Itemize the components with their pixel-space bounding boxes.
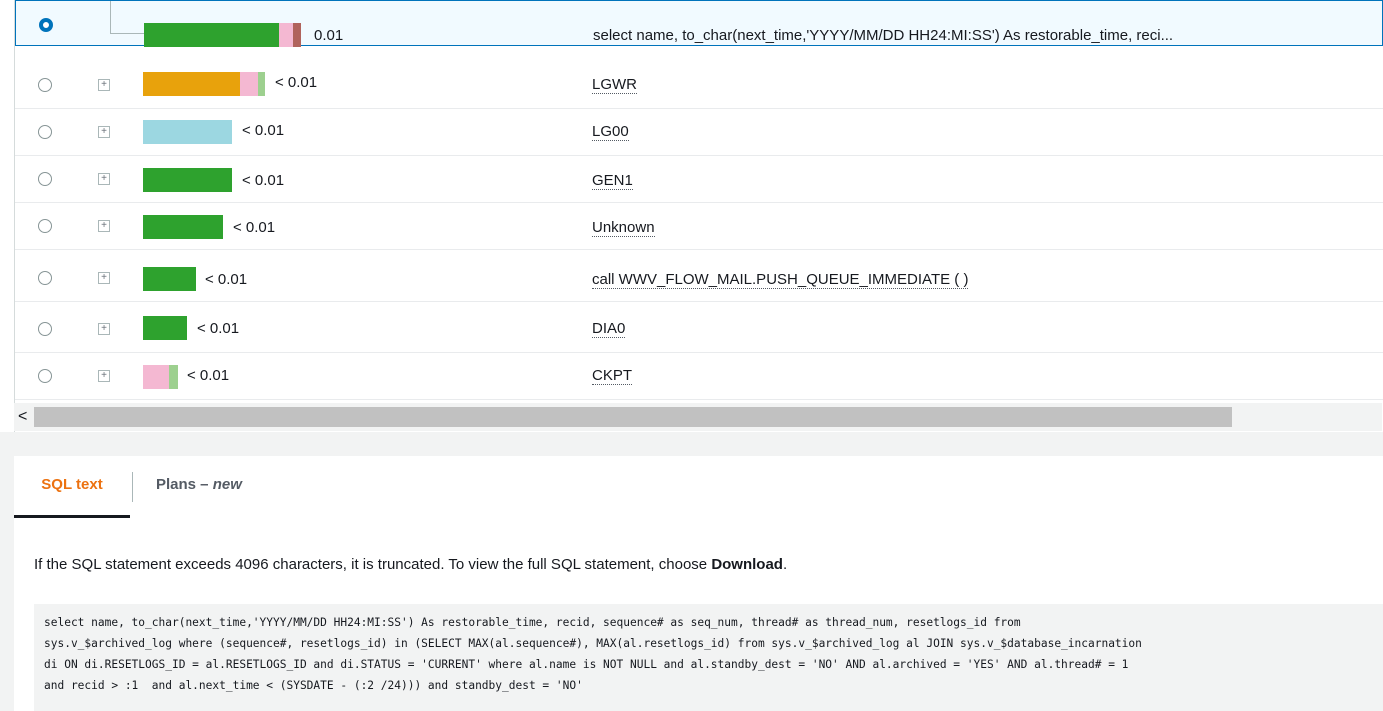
bar-segment [258, 72, 265, 96]
expand-icon[interactable]: + [98, 173, 110, 185]
sql-name[interactable]: CKPT [592, 367, 633, 385]
row-radio[interactable] [39, 18, 53, 32]
bar-segment [143, 72, 240, 96]
tab-bar: SQL text Plans – new [14, 456, 1383, 519]
bar-segment [143, 365, 169, 389]
sql-name[interactable]: LG00 [592, 123, 629, 141]
row-radio[interactable] [38, 219, 52, 233]
tab-divider [132, 472, 133, 502]
table-row[interactable]: + < 0.01 GEN1 [15, 156, 1383, 203]
row-radio[interactable] [38, 172, 52, 186]
expand-icon[interactable]: + [98, 272, 110, 284]
sql-name[interactable]: select name, to_char(next_time,'YYYY/MM/… [593, 27, 1173, 44]
bar-segment [143, 120, 232, 144]
truncation-notice: If the SQL statement exceeds 4096 charac… [34, 556, 787, 573]
sql-name[interactable]: LGWR [592, 76, 637, 94]
table-row[interactable]: + < 0.01 CKPT [15, 353, 1383, 400]
row-radio[interactable] [38, 271, 52, 285]
table-row[interactable]: + < 0.01 LGWR [15, 62, 1383, 109]
load-bar [144, 23, 301, 47]
bar-segment [143, 267, 196, 291]
notice-text: If the SQL statement exceeds 4096 charac… [34, 556, 712, 573]
bar-segment [293, 23, 301, 47]
scroll-left-icon[interactable]: < [18, 407, 27, 427]
tab-plans[interactable]: Plans – new [156, 456, 242, 518]
load-bar [143, 168, 232, 192]
sql-name[interactable]: DIA0 [592, 320, 626, 338]
tab-sql-text[interactable]: SQL text [14, 456, 130, 518]
load-bar [143, 267, 196, 291]
expand-icon[interactable]: + [98, 126, 110, 138]
load-value: < 0.01 [275, 74, 318, 91]
row-radio[interactable] [38, 125, 52, 139]
tree-connector [110, 1, 145, 34]
row-radio[interactable] [38, 78, 52, 92]
new-badge: new [212, 476, 242, 493]
expand-icon[interactable]: + [98, 220, 110, 232]
horizontal-scrollbar[interactable]: < [14, 403, 1382, 431]
download-link-text: Download [711, 556, 783, 573]
load-value: 0.01 [314, 27, 344, 44]
table-row[interactable]: + < 0.01 Unknown [15, 203, 1383, 250]
tab-label: SQL text [41, 476, 103, 493]
row-radio[interactable] [38, 369, 52, 383]
expand-icon[interactable]: + [98, 370, 110, 382]
load-value: < 0.01 [242, 172, 285, 189]
load-value: < 0.01 [233, 219, 276, 236]
sql-code-block: select name, to_char(next_time,'YYYY/MM/… [34, 604, 1383, 711]
sql-name[interactable]: Unknown [592, 219, 655, 237]
load-value: < 0.01 [205, 271, 248, 288]
bar-segment [143, 215, 223, 239]
sql-name[interactable]: GEN1 [592, 172, 633, 190]
expand-icon[interactable]: + [98, 79, 110, 91]
table-row[interactable]: + < 0.01 DIA0 [15, 306, 1383, 353]
load-bar [143, 72, 265, 96]
load-value: < 0.01 [242, 122, 285, 139]
load-value: < 0.01 [197, 320, 240, 337]
row-radio[interactable] [38, 322, 52, 336]
load-bar [143, 120, 232, 144]
bar-segment [169, 365, 178, 389]
scrollbar-thumb[interactable] [34, 407, 1232, 427]
activity-table: 0.01 select name, to_char(next_time,'YYY… [14, 0, 1383, 432]
tab-label: Plans – [156, 476, 213, 493]
sql-text-panel: If the SQL statement exceeds 4096 charac… [14, 518, 1383, 711]
bar-segment [144, 23, 279, 47]
load-bar [143, 365, 178, 389]
load-value: < 0.01 [187, 367, 230, 384]
table-row[interactable]: 0.01 select name, to_char(next_time,'YYY… [15, 0, 1383, 47]
bar-segment [279, 23, 293, 47]
bar-segment [143, 168, 232, 192]
bar-segment [143, 316, 187, 340]
bar-segment [240, 72, 258, 96]
table-row[interactable]: + < 0.01 call WWV_FLOW_MAIL.PUSH_QUEUE_I… [15, 255, 1383, 302]
load-bar [143, 316, 187, 340]
load-bar [143, 215, 223, 239]
sql-name[interactable]: call WWV_FLOW_MAIL.PUSH_QUEUE_IMMEDIATE … [592, 271, 969, 289]
table-row[interactable]: + < 0.01 LG00 [15, 109, 1383, 156]
notice-text-end: . [782, 556, 788, 573]
expand-icon[interactable]: + [98, 323, 110, 335]
